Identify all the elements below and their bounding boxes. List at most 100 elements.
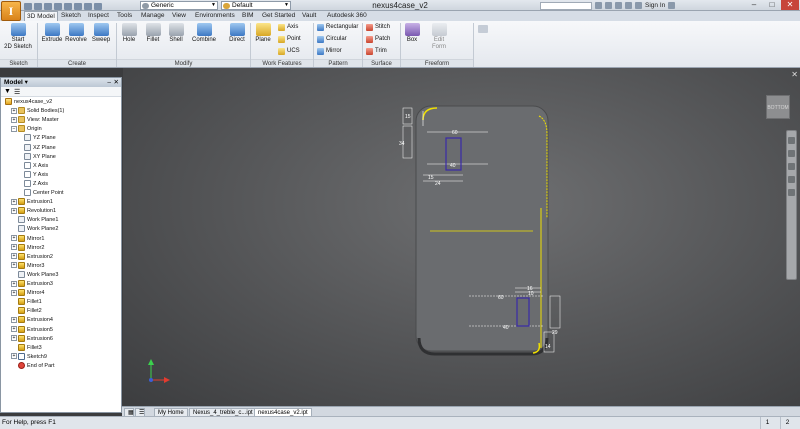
tree-item[interactable]: + Mirror2 (11, 243, 44, 253)
tree-item[interactable]: − Origin (11, 125, 42, 134)
search-icon[interactable] (595, 2, 602, 9)
work-point-button[interactable]: Point (278, 36, 301, 43)
tree-item[interactable]: + Extrusion1 (11, 198, 53, 207)
tree-item[interactable]: + Solid Bodies(1) (11, 107, 64, 116)
tree-item[interactable]: End of Part (11, 361, 55, 371)
tree-item[interactable]: + Extrusion5 (11, 325, 53, 335)
tab-view[interactable]: View (170, 11, 188, 21)
tree-item[interactable]: Center Point (17, 189, 64, 198)
material-select[interactable]: Generic ▼ (140, 1, 218, 10)
work-plane-button[interactable]: Plane (252, 23, 274, 44)
tree-item[interactable]: + Extrusion6 (11, 334, 53, 344)
expand-toggle-icon[interactable]: + (11, 107, 17, 114)
dimension-label[interactable]: 24 (435, 181, 441, 187)
zoom-icon[interactable] (788, 163, 795, 170)
dimension-label[interactable]: 60 (452, 130, 458, 136)
look-at-icon[interactable] (788, 189, 795, 196)
tree-item[interactable]: XZ Plane (17, 143, 56, 153)
expand-toggle-icon[interactable]: + (11, 316, 17, 323)
select-icon[interactable] (84, 2, 92, 10)
maximize-button[interactable]: □ (763, 0, 781, 10)
open-icon[interactable] (34, 2, 42, 10)
expand-toggle-icon[interactable]: + (11, 116, 17, 123)
stitch-button[interactable]: Stitch (366, 24, 390, 31)
circular-pattern-button[interactable]: Circular (317, 36, 347, 43)
tree-item[interactable]: Work Plane1 (11, 216, 58, 225)
expand-toggle-icon[interactable]: + (11, 280, 17, 287)
ucs-button[interactable]: UCS (278, 48, 300, 55)
expand-toggle-icon[interactable]: + (11, 353, 17, 360)
return-icon[interactable] (74, 2, 82, 10)
mirror-button[interactable]: Mirror (317, 48, 342, 55)
model-canvas[interactable]: 15 34 60 40 15 24 16 10 60 40 29 14 (123, 68, 800, 406)
box-button[interactable]: Box (402, 23, 422, 44)
tree-item[interactable]: X Axis (17, 161, 48, 171)
graphics-window[interactable]: 15 34 60 40 15 24 16 10 60 40 29 14 ✕ BO… (123, 68, 800, 406)
expand-toggle-icon[interactable]: − (11, 125, 17, 132)
expand-toggle-icon[interactable]: + (11, 253, 17, 260)
tree-item[interactable]: YZ Plane (17, 134, 56, 143)
new-icon[interactable] (24, 2, 32, 10)
combine-button[interactable]: Combine (190, 23, 218, 44)
tree-item[interactable]: + Mirror3 (11, 261, 44, 271)
dimension-label[interactable]: 29 (552, 330, 558, 336)
search-input[interactable] (540, 1, 592, 10)
tree-item[interactable]: Y Axis (17, 170, 48, 180)
tree-item[interactable]: Fillet2 (11, 307, 42, 316)
expand-toggle-icon[interactable]: + (11, 326, 17, 333)
dimension-label[interactable]: 14 (545, 344, 551, 350)
close-icon[interactable]: ✕ (114, 78, 119, 87)
save-icon[interactable] (44, 2, 52, 10)
tab-tools[interactable]: Tools (115, 11, 134, 21)
tab-environments[interactable]: Environments (193, 11, 237, 21)
help-icon[interactable] (668, 2, 676, 9)
filter-icon[interactable]: ▼ (4, 88, 11, 95)
tree-item[interactable]: + Extrusion4 (11, 316, 53, 325)
edit-form-button[interactable]: Edit Form (428, 23, 450, 51)
application-menu-button[interactable]: I (1, 1, 21, 21)
redo-icon[interactable] (64, 2, 72, 10)
extrude-button[interactable]: Extrude (40, 23, 64, 44)
favorites-icon[interactable] (625, 2, 632, 9)
shell-button[interactable]: Shell (165, 23, 187, 44)
tree-item[interactable]: Work Plane2 (11, 225, 58, 234)
patch-button[interactable]: Patch (366, 36, 390, 43)
tree-item[interactable]: + Sketch9 (11, 352, 47, 362)
minimize-button[interactable]: – (745, 0, 763, 10)
revolve-button[interactable]: Revolve (64, 23, 88, 44)
tree-item[interactable]: nexus4case_v2 (5, 98, 52, 107)
tab-vault[interactable]: Vault (300, 11, 318, 21)
sign-in-link[interactable]: Sign In (645, 2, 665, 9)
orbit-icon[interactable] (788, 176, 795, 183)
tree-item[interactable]: Work Plane3 (11, 270, 58, 280)
appearance-select[interactable]: Default ▼ (221, 1, 291, 10)
tree-item[interactable]: + View: Master (11, 116, 59, 125)
tree-item[interactable]: + Extrusion3 (11, 280, 53, 289)
expand-toggle-icon[interactable]: + (11, 289, 17, 296)
tab-get-started[interactable]: Get Started (260, 11, 297, 21)
tab-autodesk-360[interactable]: Autodesk 360 (325, 11, 369, 21)
tree-item[interactable]: + Mirror1 (11, 234, 44, 244)
tab-3d-model[interactable]: 3D Model (24, 11, 58, 21)
tree-item[interactable]: + Mirror4 (11, 289, 44, 298)
tree-item[interactable]: + Revolution1 (11, 207, 56, 216)
tree-item[interactable]: Fillet1 (11, 298, 42, 307)
expand-toggle-icon[interactable]: + (11, 262, 17, 269)
close-button[interactable]: ✕ (781, 0, 799, 10)
dimension-label[interactable]: 15 (428, 175, 434, 181)
expand-toggle-icon[interactable]: + (11, 235, 17, 242)
ribbon-options-icon[interactable] (478, 25, 488, 33)
chevron-down-icon[interactable]: ▾ (25, 79, 28, 86)
comm-center-icon[interactable] (615, 2, 622, 9)
work-axis-button[interactable]: Axis (278, 24, 298, 31)
tab-manage[interactable]: Manage (139, 11, 167, 21)
close-icon[interactable]: ✕ (791, 70, 798, 79)
expand-toggle-icon[interactable]: + (11, 244, 17, 251)
dimension-label[interactable]: 40 (450, 163, 456, 169)
rectangular-pattern-button[interactable]: Rectangular (317, 24, 358, 31)
dimension-label[interactable]: 34 (399, 141, 405, 147)
pan-icon[interactable] (788, 150, 795, 157)
expand-toggle-icon[interactable]: + (11, 207, 17, 214)
viewcube[interactable]: BOTTOM (766, 95, 790, 119)
expand-toggle-icon[interactable]: + (11, 198, 17, 205)
